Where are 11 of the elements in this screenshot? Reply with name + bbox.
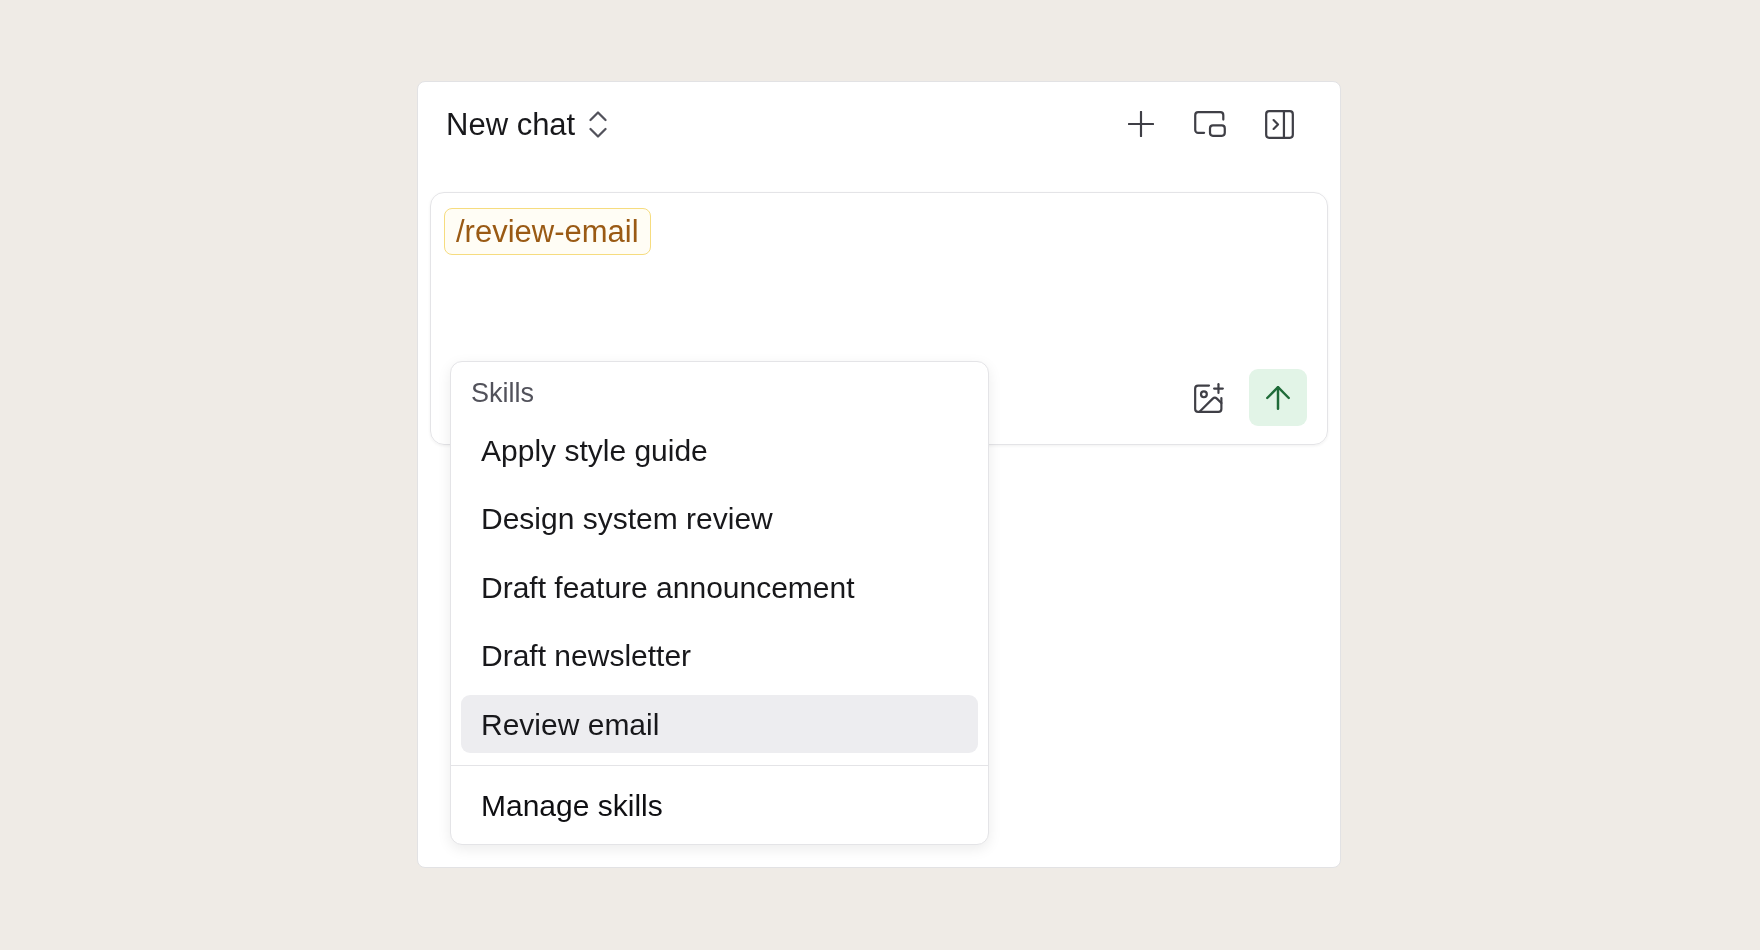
skill-tag: /review-email bbox=[444, 208, 651, 255]
up-down-chevrons-icon bbox=[589, 110, 608, 138]
menu-item[interactable]: Review email bbox=[461, 695, 978, 753]
image-plus-icon bbox=[1194, 382, 1224, 413]
menu-heading: Skills bbox=[471, 377, 534, 409]
send-button[interactable] bbox=[1249, 369, 1307, 426]
sidebar-panel-icon bbox=[1264, 109, 1294, 139]
chat-switcher[interactable]: New chat bbox=[446, 108, 608, 140]
picture-in-picture-icon bbox=[1194, 111, 1226, 137]
manage-skills-item[interactable]: Manage skills bbox=[461, 776, 978, 834]
plus-icon bbox=[1128, 111, 1154, 137]
